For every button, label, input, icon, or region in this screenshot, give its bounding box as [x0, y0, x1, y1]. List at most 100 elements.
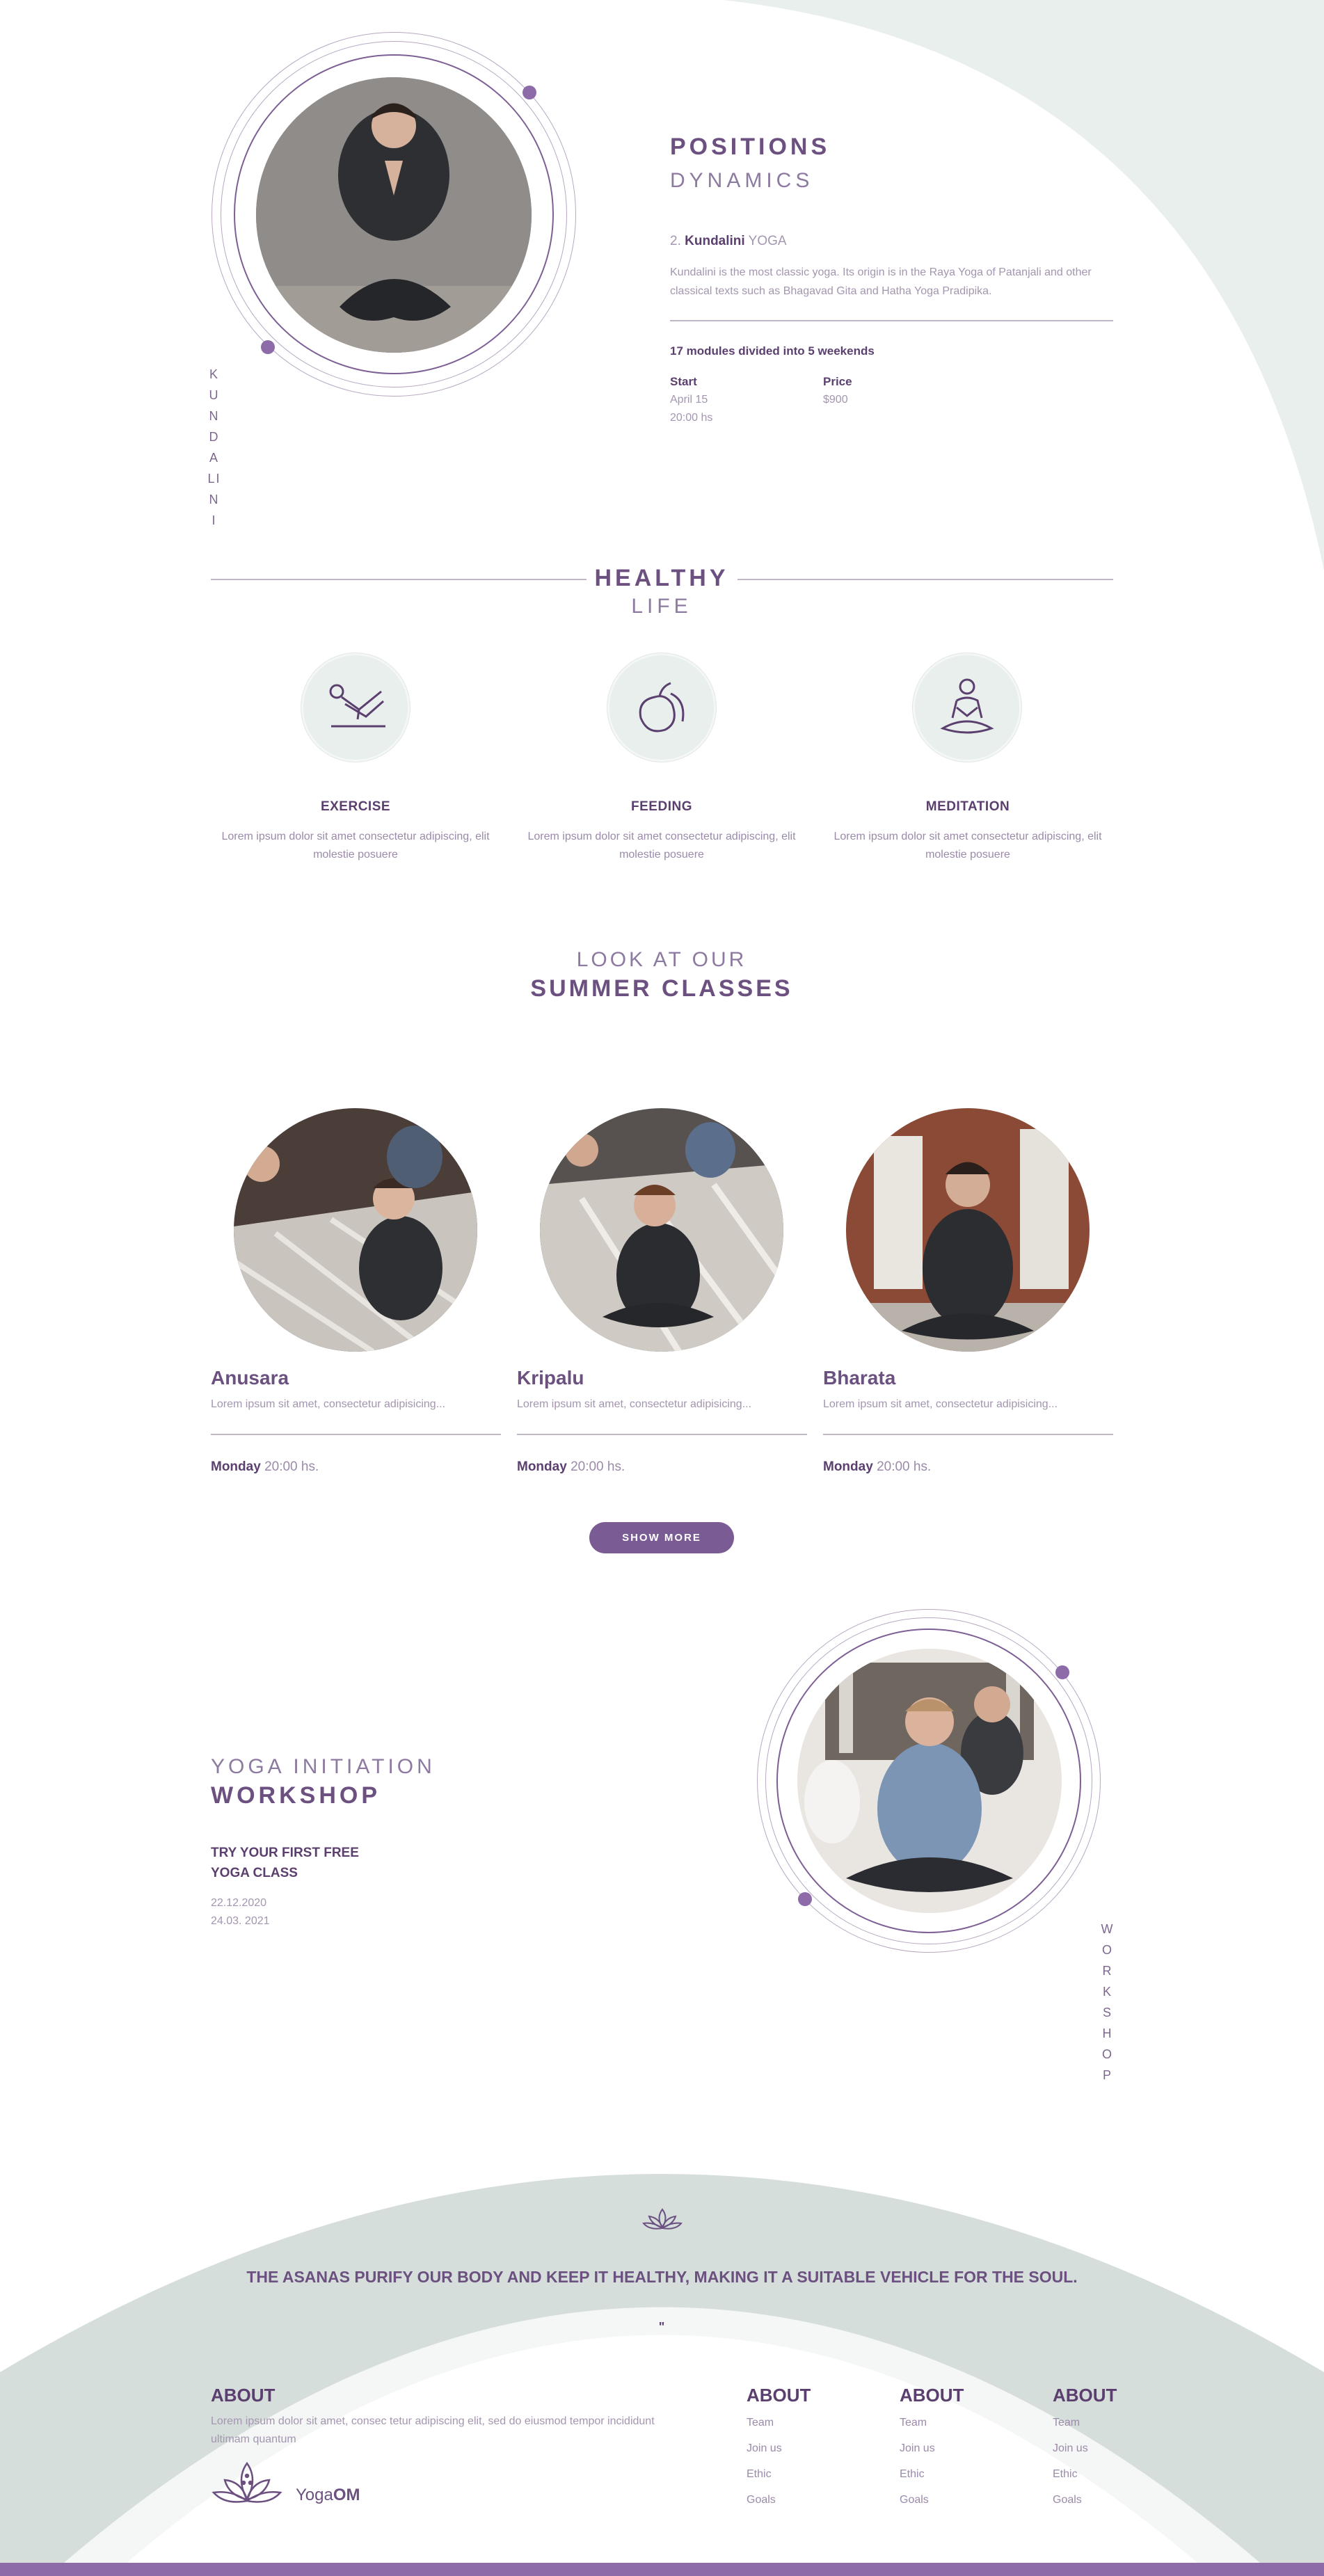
exercise-icon: [329, 684, 385, 728]
footer-link-ethic[interactable]: Ethic: [1053, 2468, 1078, 2481]
class-name-kripalu[interactable]: Kripalu: [517, 1367, 584, 1389]
quote-mark: ": [658, 2320, 665, 2334]
workshop-ring-dot-top: [1055, 1665, 1069, 1679]
lotus-icon: [642, 2208, 683, 2230]
start-date: April 15: [670, 394, 708, 406]
footer-logo[interactable]: YogaOM: [211, 2461, 360, 2509]
vertical-letter: W: [1101, 1922, 1115, 1936]
class-day: Monday: [211, 1459, 261, 1474]
class-name-bharata[interactable]: Bharata: [823, 1367, 895, 1389]
feeding-icon: [639, 682, 685, 733]
class-time-bharata: Monday 20:00 hs.: [823, 1459, 931, 1475]
summer-pre-title: LOOK AT OUR: [576, 948, 747, 971]
logo-text: YogaOM: [296, 2486, 360, 2505]
class-divider-anusara: [211, 1434, 501, 1435]
vertical-letter: H: [1102, 2026, 1113, 2040]
footer-col-2-title: ABOUT: [900, 2385, 964, 2406]
show-more-button[interactable]: SHOW MORE: [589, 1522, 734, 1553]
footer-about-text: Lorem ipsum dolor sit amet, consec tetur…: [211, 2415, 655, 2445]
price-label: Price: [823, 375, 852, 388]
vertical-letter: LI: [207, 472, 221, 486]
footer-link-goals[interactable]: Goals: [900, 2494, 929, 2506]
life-subtitle: LIFE: [631, 595, 692, 618]
vertical-letter: D: [209, 430, 220, 444]
footer-about-title: ABOUT: [211, 2385, 276, 2406]
class-time-anusara: Monday 20:00 hs.: [211, 1459, 319, 1475]
healthy-rule-left: [211, 579, 587, 580]
footer-link-goals[interactable]: Goals: [747, 2494, 776, 2506]
start-time: 20:00 hs: [670, 412, 713, 424]
vertical-letter: R: [1102, 1964, 1113, 1978]
hero-ring-dot-top: [523, 86, 536, 99]
class-hour: 20:00 hs.: [877, 1459, 932, 1474]
footer-link-join[interactable]: Join us: [900, 2442, 935, 2455]
footer-link-team[interactable]: Team: [747, 2417, 774, 2429]
yoga-heading: 2. Kundalini YOGA: [670, 234, 787, 249]
footer-bottom-bar: [0, 2563, 1324, 2576]
meditation-icon-circle: [913, 653, 1021, 762]
footer-link-ethic[interactable]: Ethic: [900, 2468, 925, 2481]
workshop-ring-dot-bottom: [798, 1892, 812, 1906]
exercise-icon-circle: [301, 653, 410, 762]
yoga-name: Kundalini: [685, 234, 745, 248]
yoga-suffix: YOGA: [748, 234, 787, 248]
class-photo-anusara: [234, 1108, 477, 1352]
class-hour: 20:00 hs.: [571, 1459, 625, 1474]
start-label: Start: [670, 375, 697, 388]
workshop-date-1: 22.12.2020: [211, 1897, 267, 1909]
footer-col-1-title: ABOUT: [747, 2385, 811, 2406]
feature-title-meditation: MEDITATION: [925, 799, 1010, 814]
meditation-icon: [940, 678, 994, 734]
workshop-cta-line1: TRY YOUR FIRST FREE: [211, 1846, 359, 1860]
vertical-letter: U: [209, 388, 220, 402]
footer-col-3-title: ABOUT: [1053, 2385, 1117, 2406]
healthy-title: HEALTHY: [594, 565, 729, 591]
price-value: $900: [823, 394, 848, 406]
class-photo-bharata: [846, 1108, 1090, 1352]
vertical-letter: N: [209, 409, 220, 423]
logo-text-bold: OM: [333, 2486, 360, 2504]
hero-yoga-photo: [256, 77, 532, 353]
feeding-icon-circle: [607, 653, 716, 762]
workshop-date-2: 24.03. 2021: [211, 1915, 270, 1927]
workshop-vertical-word: WORKSHOP: [1099, 1919, 1116, 2086]
positions-title: POSITIONS: [670, 134, 831, 160]
yoga-description: Kundalini is the most classic yoga. Its …: [670, 266, 1092, 297]
footer-link-goals[interactable]: Goals: [1053, 2494, 1082, 2506]
vertical-letter: O: [1101, 1943, 1113, 1957]
vertical-letter: O: [1101, 2047, 1113, 2061]
class-day: Monday: [823, 1459, 873, 1474]
vertical-letter: K: [209, 367, 219, 381]
logo-text-regular: Yoga: [296, 2486, 333, 2504]
class-desc-kripalu: Lorem ipsum sit amet, consectetur adipis…: [517, 1398, 752, 1410]
workshop-title: WORKSHOP: [211, 1782, 381, 1809]
footer-link-join[interactable]: Join us: [747, 2442, 782, 2455]
class-hour: 20:00 hs.: [264, 1459, 319, 1474]
hero-vertical-word: K U N D A LI N I: [206, 364, 223, 531]
top-right-background-curve: [724, 0, 1324, 570]
vertical-letter: K: [1102, 1985, 1112, 1999]
class-divider-bharata: [823, 1434, 1113, 1435]
feature-text-feeding: Lorem ipsum dolor sit amet consectetur a…: [527, 831, 796, 861]
footer-link-team[interactable]: Team: [900, 2417, 927, 2429]
footer-link-ethic[interactable]: Ethic: [747, 2468, 772, 2481]
class-desc-bharata: Lorem ipsum sit amet, consectetur adipis…: [823, 1398, 1058, 1410]
hero-ring-dot-bottom: [261, 340, 275, 354]
hero-divider: [670, 320, 1113, 321]
lotus-logo-icon: [212, 2461, 282, 2503]
class-divider-kripalu: [517, 1434, 807, 1435]
healthy-rule-right: [737, 579, 1113, 580]
vertical-letter: P: [1102, 2068, 1112, 2082]
vertical-letter: A: [209, 451, 219, 465]
class-name-anusara[interactable]: Anusara: [211, 1367, 289, 1389]
workshop-cta-line2: YOGA CLASS: [211, 1866, 298, 1880]
feature-text-meditation: Lorem ipsum dolor sit amet consectetur a…: [834, 831, 1102, 861]
feature-title-feeding: FEEDING: [631, 799, 692, 814]
feature-title-exercise: EXERCISE: [320, 799, 391, 814]
footer-link-team[interactable]: Team: [1053, 2417, 1080, 2429]
dynamics-subtitle: DYNAMICS: [670, 169, 814, 192]
yoga-number: 2.: [670, 234, 681, 248]
vertical-letter: I: [212, 513, 217, 527]
feature-text-exercise: Lorem ipsum dolor sit amet consectetur a…: [221, 831, 490, 861]
footer-link-join[interactable]: Join us: [1053, 2442, 1088, 2455]
